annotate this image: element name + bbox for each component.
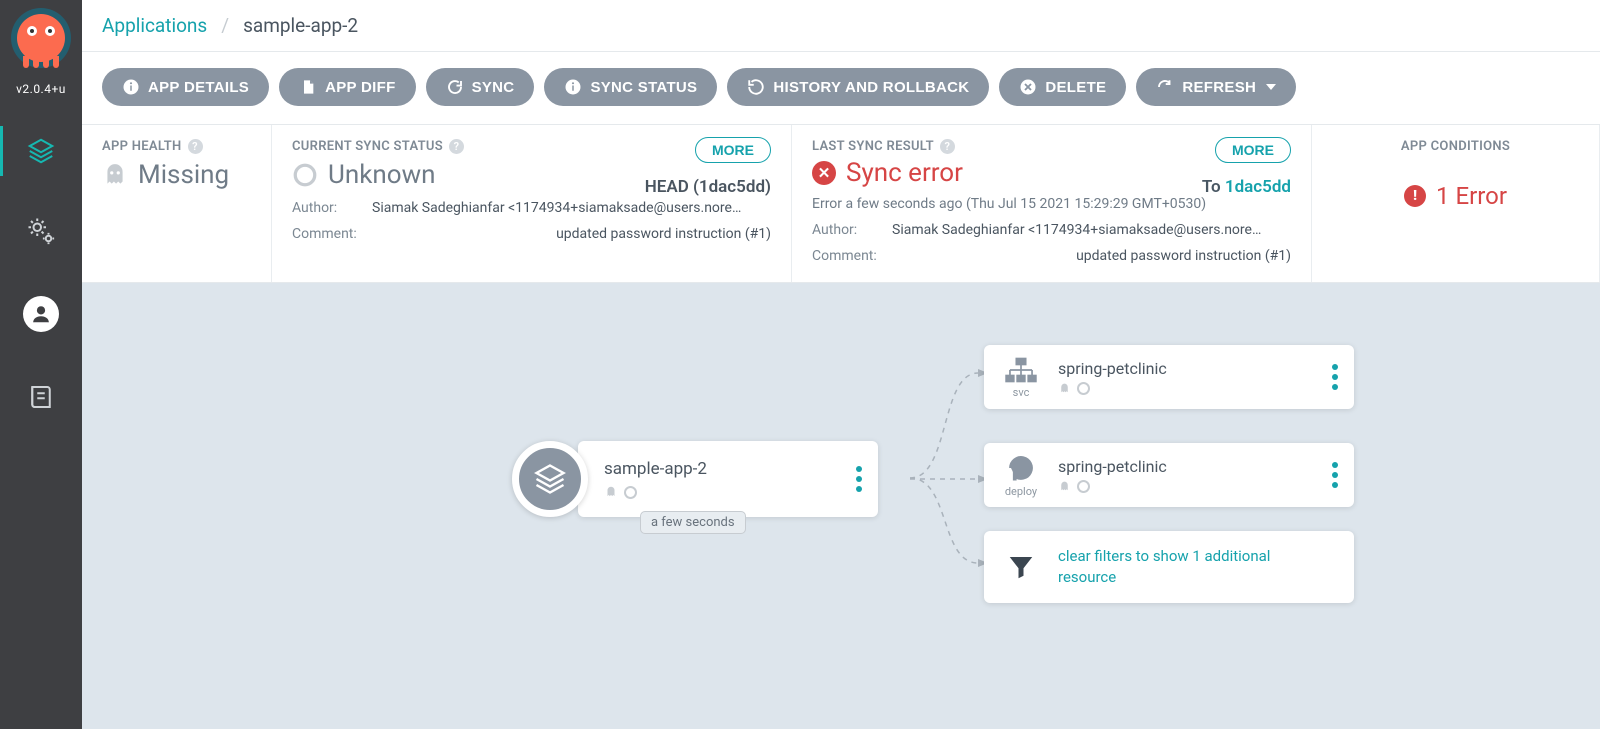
circle-icon — [624, 486, 637, 499]
refresh-icon — [1156, 78, 1174, 96]
ghost-icon — [102, 162, 128, 188]
clear-filters-link[interactable]: clear filters to show 1 additional resou… — [1058, 546, 1318, 588]
head-rev: HEAD (1dac5dd) — [645, 177, 771, 197]
app-conditions-title: APP CONDITIONS — [1332, 139, 1579, 154]
nav-applications[interactable] — [0, 132, 82, 170]
deploy-node-title: spring-petclinic — [1058, 457, 1167, 476]
book-icon — [26, 382, 56, 412]
tree-child-svc[interactable]: svc spring-petclinic — [984, 345, 1354, 409]
breadcrumb-separator: / — [221, 14, 229, 37]
circle-icon — [292, 162, 318, 188]
tree-clear-filters[interactable]: clear filters to show 1 additional resou… — [984, 531, 1354, 603]
sync-status-button[interactable]: SYNC STATUS — [544, 68, 717, 106]
app-health-value: Missing — [102, 160, 251, 190]
app-icon — [512, 441, 588, 517]
last-sync-more-button[interactable]: MORE — [1215, 137, 1291, 163]
tree-root-node[interactable]: sample-app-2 — [512, 441, 878, 517]
version-label: v2.0.4+u — [16, 82, 66, 96]
app-conditions-card: APP CONDITIONS ! 1 Error — [1312, 125, 1600, 282]
gears-icon — [26, 216, 56, 246]
user-avatar-icon — [23, 296, 59, 332]
history-icon — [747, 78, 765, 96]
argo-logo — [11, 8, 71, 68]
nav-settings[interactable] — [0, 212, 82, 250]
author-line: Author:Siamak Sadeghianfar <1174934+siam… — [812, 222, 1291, 238]
help-icon[interactable]: ? — [188, 139, 203, 154]
root-node-title: sample-app-2 — [604, 459, 707, 479]
root-node-chip: a few seconds — [640, 511, 746, 534]
svc-icon: svc — [998, 356, 1044, 399]
comment-line: Comment:updated password instruction (#1… — [812, 248, 1291, 264]
svc-node-menu[interactable] — [1326, 358, 1344, 396]
breadcrumb-root[interactable]: Applications — [102, 14, 207, 37]
history-rollback-button[interactable]: HISTORY AND ROLLBACK — [727, 68, 989, 106]
delete-icon — [1019, 78, 1037, 96]
nav-docs[interactable] — [0, 378, 82, 416]
sync-button[interactable]: SYNC — [426, 68, 535, 106]
circle-icon — [1077, 480, 1090, 493]
svc-node-title: spring-petclinic — [1058, 359, 1167, 378]
tree-child-deploy[interactable]: deploy spring-petclinic — [984, 443, 1354, 507]
layers-icon — [26, 136, 56, 166]
funnel-icon — [998, 552, 1044, 582]
file-icon — [299, 78, 317, 96]
toolbar: APP DETAILS APP DIFF SYNC SYNC STATUS HI… — [82, 52, 1600, 125]
help-icon[interactable]: ? — [940, 139, 955, 154]
status-row: APP HEALTH? Missing CURRENT SYNC STATUS?… — [82, 125, 1600, 283]
comment-line: Comment:updated password instruction (#1… — [292, 226, 771, 242]
help-icon[interactable]: ? — [449, 139, 464, 154]
app-conditions-error[interactable]: ! 1 Error — [1332, 182, 1579, 210]
ghost-icon — [604, 485, 618, 499]
breadcrumb-current: sample-app-2 — [243, 14, 358, 37]
last-sync-card: LAST SYNC RESULT? MORE ✕ Sync error To 1… — [792, 125, 1312, 282]
resource-tree: sample-app-2 a few seconds svc — [82, 283, 1600, 729]
app-health-title: APP HEALTH? — [102, 139, 251, 154]
app-health-card: APP HEALTH? Missing — [82, 125, 272, 282]
info-icon — [564, 78, 582, 96]
app-diff-button[interactable]: APP DIFF — [279, 68, 415, 106]
nav-user[interactable] — [0, 292, 82, 336]
info-icon — [122, 78, 140, 96]
author-line: Author:Siamak Sadeghianfar <1174934+siam… — [292, 200, 771, 216]
sync-icon — [446, 78, 464, 96]
chevron-down-icon — [1266, 84, 1276, 90]
deploy-icon: deploy — [998, 453, 1044, 498]
error-icon: ✕ — [812, 161, 836, 185]
to-rev: To 1dac5dd — [1202, 177, 1291, 197]
sync-status-card: CURRENT SYNC STATUS? MORE Unknown HEAD (… — [272, 125, 792, 282]
root-node-menu[interactable] — [850, 460, 868, 498]
sidebar: v2.0.4+u — [0, 0, 82, 729]
main: Applications / sample-app-2 APP DETAILS … — [82, 0, 1600, 729]
ghost-icon — [1058, 382, 1071, 395]
root-node-status-icons — [604, 485, 707, 499]
circle-icon — [1077, 382, 1090, 395]
sync-status-more-button[interactable]: MORE — [695, 137, 771, 163]
delete-button[interactable]: DELETE — [999, 68, 1126, 106]
deploy-node-menu[interactable] — [1326, 456, 1344, 494]
last-sync-timestamp: Error a few seconds ago (Thu Jul 15 2021… — [812, 196, 1291, 212]
refresh-button[interactable]: REFRESH — [1136, 68, 1296, 106]
app-details-button[interactable]: APP DETAILS — [102, 68, 269, 106]
ghost-icon — [1058, 480, 1071, 493]
breadcrumb: Applications / sample-app-2 — [82, 0, 1600, 52]
layers-icon — [532, 461, 568, 497]
exclamation-icon: ! — [1404, 185, 1426, 207]
